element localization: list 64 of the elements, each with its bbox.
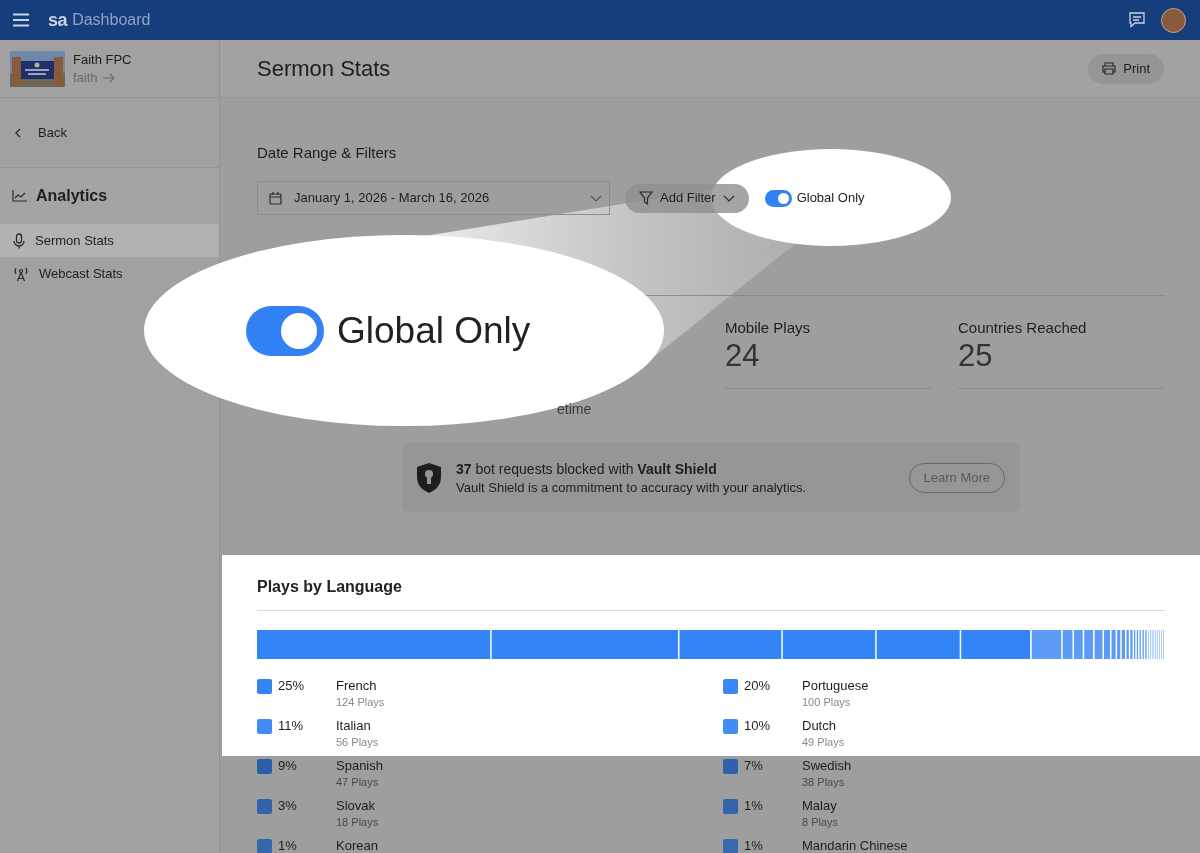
legend-percent: 1%: [278, 837, 298, 853]
sidebar-item[interactable]: Webcast Stats: [0, 257, 131, 290]
play-count: 56 Plays: [336, 735, 379, 749]
filter-icon: [639, 191, 653, 205]
language-name: Malay: [802, 797, 838, 815]
language-name: Mandarin Chinese: [802, 837, 908, 853]
language-name: Spanish: [336, 757, 383, 775]
chevron-down-icon: [590, 194, 602, 202]
language-name: French: [336, 677, 378, 695]
antenna-icon: [13, 265, 29, 282]
legend-percent: 7%: [744, 757, 764, 775]
chart-icon: [12, 190, 27, 202]
org-name: Faith FPC: [73, 50, 132, 69]
vault-description: Vault Shield is a commitment to accuracy with your analytics.: [456, 479, 808, 496]
language-name: Korean: [336, 837, 378, 853]
play-count: 100 Plays: [802, 695, 852, 709]
section-title: Plays by Language: [257, 575, 1165, 611]
printer-icon: [1102, 62, 1117, 75]
play-count: 8 Plays: [802, 815, 839, 829]
language-name: Swedish: [802, 757, 852, 775]
stat-value: 25: [958, 338, 994, 374]
stat-label: Mobile Plays: [725, 318, 812, 338]
microphone-icon: [13, 232, 25, 249]
language-name: Slovak: [336, 797, 377, 815]
logo-text: sa: [48, 8, 68, 32]
menu-icon[interactable]: [13, 13, 29, 27]
legend-percent: 20%: [744, 677, 772, 695]
legend-percent: 3%: [278, 797, 298, 815]
legend-percent: 10%: [744, 717, 772, 735]
page-title: Sermon Stats: [257, 55, 391, 83]
section-heading: Analytics: [36, 186, 108, 206]
play-count: 47 Plays: [336, 775, 380, 789]
play-count: 18 Plays: [336, 815, 379, 829]
shield-lock-icon: [416, 461, 442, 494]
toggle-label: Global Only: [337, 308, 531, 353]
vault-headline: 37 bot requests blocked with Vault Shield: [456, 460, 718, 479]
stats-note: etime: [557, 400, 592, 419]
legend-percent: 25%: [278, 677, 306, 695]
toggle-label: Global Only: [796, 189, 865, 208]
print-button[interactable]: Print: [1088, 53, 1164, 84]
avatar[interactable]: [1161, 7, 1186, 33]
language-name: Italian: [336, 717, 372, 735]
app-title: Dashboard: [72, 10, 151, 30]
toggle-switch[interactable]: [246, 305, 324, 356]
stat-label: Countries Reached: [958, 318, 1088, 338]
legend-percent: 1%: [744, 837, 764, 853]
play-count: 124 Plays: [336, 695, 385, 709]
arrow-right-icon[interactable]: [102, 72, 115, 83]
chevron-down-icon: [722, 194, 735, 202]
calendar-icon: [269, 191, 282, 205]
play-count: 38 Plays: [802, 775, 846, 789]
filters-heading: Date Range & Filters: [257, 144, 398, 162]
add-filter-button[interactable]: Add Filter: [625, 183, 749, 213]
play-count: 49 Plays: [802, 735, 845, 749]
chat-icon[interactable]: [1129, 12, 1145, 28]
language-name: Portuguese: [802, 677, 869, 695]
stat-value: 24: [725, 338, 761, 374]
legend-percent: 11%: [278, 717, 305, 735]
sidebar-item[interactable]: Sermon Stats: [0, 224, 219, 257]
legend-percent: 9%: [278, 757, 298, 775]
date-range-field[interactable]: January 1, 2026 - March 16, 2026: [257, 181, 610, 215]
language-name: Dutch: [802, 717, 837, 735]
chevron-left-icon: [15, 127, 21, 138]
legend-percent: 1%: [744, 797, 764, 815]
